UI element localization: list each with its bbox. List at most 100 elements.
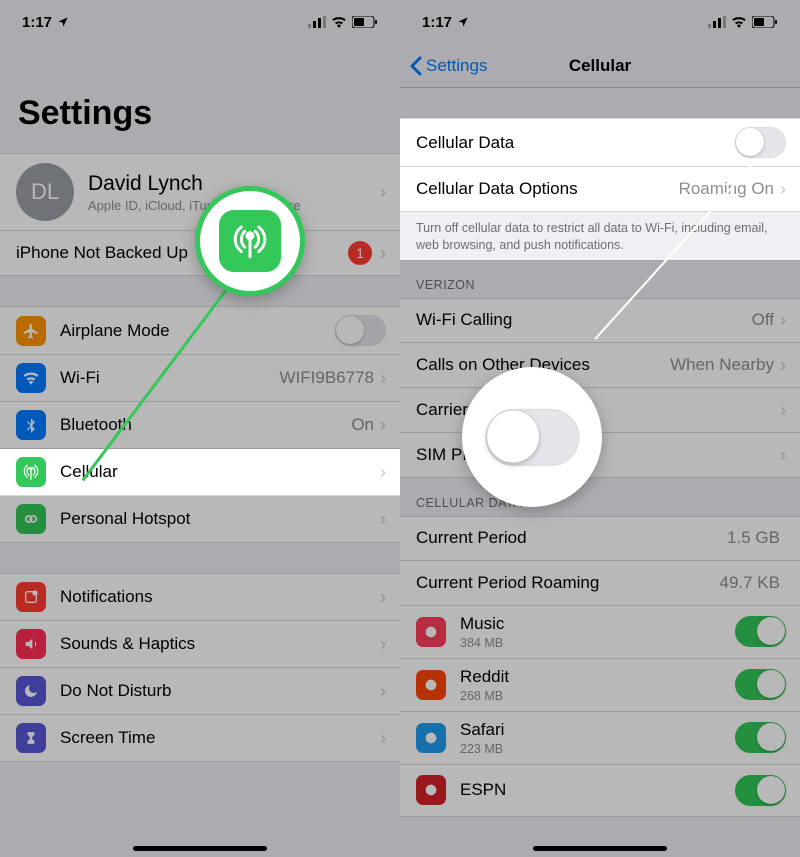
wifi-icon xyxy=(16,363,46,393)
nav-title: Cellular xyxy=(569,56,631,76)
notifications-row[interactable]: Notifications › xyxy=(0,573,400,621)
cellular-data-options-row[interactable]: Cellular Data Options Roaming On › xyxy=(400,167,800,212)
app-usage-row[interactable]: ESPN xyxy=(400,765,800,817)
page-title: Settings xyxy=(0,44,400,143)
chevron-right-icon: › xyxy=(380,588,386,606)
sounds-icon xyxy=(16,629,46,659)
wifi-calling-label: Wi-Fi Calling xyxy=(416,310,752,330)
chevron-right-icon: › xyxy=(380,682,386,700)
wifi-icon xyxy=(731,16,747,28)
notifications-icon xyxy=(16,582,46,612)
sounds-row[interactable]: Sounds & Haptics › xyxy=(0,621,400,668)
current-period-label: Current Period xyxy=(416,528,727,548)
chevron-right-icon: › xyxy=(780,311,786,329)
battery-icon xyxy=(352,16,378,28)
app-usage: 384 MB xyxy=(460,636,735,650)
app-toggle[interactable] xyxy=(735,722,786,753)
app-name: ESPN xyxy=(460,780,735,800)
cellular-signal-icon xyxy=(308,16,326,28)
carrier-header: VERIZON xyxy=(400,260,800,298)
notifications-label: Notifications xyxy=(60,587,380,607)
bluetooth-row[interactable]: Bluetooth On › xyxy=(0,402,400,449)
location-icon xyxy=(457,16,469,28)
app-toggle[interactable] xyxy=(735,616,786,647)
screentime-row[interactable]: Screen Time › xyxy=(0,715,400,762)
chevron-left-icon xyxy=(410,56,422,76)
wifi-row[interactable]: Wi-Fi WIFI9B6778 › xyxy=(0,355,400,402)
app-usage-row[interactable]: Reddit 268 MB xyxy=(400,659,800,712)
hotspot-label: Personal Hotspot xyxy=(60,509,380,529)
current-period-roaming-row: Current Period Roaming 49.7 KB xyxy=(400,561,800,606)
back-label: Settings xyxy=(426,56,487,76)
app-usage-row[interactable]: Safari 223 MB xyxy=(400,712,800,765)
hotspot-row[interactable]: Personal Hotspot › xyxy=(0,496,400,543)
app-usage: 223 MB xyxy=(460,742,735,756)
current-period-detail: 1.5 GB xyxy=(727,528,780,548)
chevron-right-icon: › xyxy=(380,729,386,747)
app-toggle[interactable] xyxy=(735,775,786,806)
cellular-row[interactable]: Cellular › xyxy=(0,449,400,496)
settings-screen: 1:17 Settings DL David Lynch Apple ID, i… xyxy=(0,0,400,857)
cellular-data-row[interactable]: Cellular Data xyxy=(400,118,800,167)
hourglass-icon xyxy=(16,723,46,753)
bluetooth-label: Bluetooth xyxy=(60,415,351,435)
app-name: Reddit xyxy=(460,667,735,687)
status-time: 1:17 xyxy=(422,14,452,31)
cellular-data-options-detail: Roaming On xyxy=(679,179,774,199)
cellular-data-label: Cellular Data xyxy=(416,133,735,153)
calls-other-detail: When Nearby xyxy=(670,355,774,375)
cellular-label: Cellular xyxy=(60,462,380,482)
usage-header: CELLULAR DATA xyxy=(400,478,800,516)
cellular-data-toggle[interactable] xyxy=(735,127,786,158)
back-button[interactable]: Settings xyxy=(410,56,569,76)
badge-count: 1 xyxy=(348,241,372,265)
dnd-label: Do Not Disturb xyxy=(60,681,380,701)
screentime-label: Screen Time xyxy=(60,728,380,748)
chevron-right-icon: › xyxy=(380,244,386,262)
chevron-right-icon: › xyxy=(380,635,386,653)
status-bar: 1:17 xyxy=(0,0,400,44)
status-bar: 1:17 xyxy=(400,0,800,44)
app-icon xyxy=(416,775,446,805)
calls-other-row[interactable]: Calls on Other Devices When Nearby › xyxy=(400,343,800,388)
chevron-right-icon: › xyxy=(380,416,386,434)
toggle-off-icon xyxy=(485,408,579,465)
chevron-right-icon: › xyxy=(780,446,786,464)
hotspot-icon xyxy=(16,504,46,534)
home-indicator xyxy=(533,846,667,851)
current-period-roaming-label: Current Period Roaming xyxy=(416,573,720,593)
airplane-row[interactable]: Airplane Mode xyxy=(0,306,400,355)
app-icon xyxy=(416,670,446,700)
dnd-row[interactable]: Do Not Disturb › xyxy=(0,668,400,715)
sounds-label: Sounds & Haptics xyxy=(60,634,380,654)
status-time: 1:17 xyxy=(22,14,52,31)
app-toggle[interactable] xyxy=(735,669,786,700)
chevron-right-icon: › xyxy=(780,401,786,419)
cellular-data-footer: Turn off cellular data to restrict all d… xyxy=(400,212,800,260)
callout-toggle xyxy=(462,367,602,507)
chevron-right-icon: › xyxy=(380,463,386,481)
chevron-right-icon: › xyxy=(380,510,386,528)
chevron-right-icon: › xyxy=(780,180,786,198)
antenna-icon xyxy=(219,210,281,272)
cellular-signal-icon xyxy=(708,16,726,28)
moon-icon xyxy=(16,676,46,706)
nav-bar: Settings Cellular xyxy=(400,44,800,88)
cellular-icon xyxy=(16,457,46,487)
app-icon xyxy=(416,617,446,647)
wifi-calling-row[interactable]: Wi-Fi Calling Off › xyxy=(400,298,800,343)
callout-cellular-icon xyxy=(195,186,305,296)
airplane-toggle[interactable] xyxy=(335,315,386,346)
app-name: Safari xyxy=(460,720,735,740)
chevron-right-icon: › xyxy=(780,356,786,374)
wifi-detail: WIFI9B6778 xyxy=(280,368,375,388)
avatar: DL xyxy=(16,163,74,221)
chevron-right-icon: › xyxy=(380,369,386,387)
app-usage-row[interactable]: Music384 MB xyxy=(400,606,800,659)
app-usage: 268 MB xyxy=(460,689,735,703)
chevron-right-icon: › xyxy=(380,183,386,201)
location-icon xyxy=(57,16,69,28)
bluetooth-detail: On xyxy=(351,415,374,435)
wifi-calling-detail: Off xyxy=(752,310,774,330)
wifi-label: Wi-Fi xyxy=(60,368,280,388)
